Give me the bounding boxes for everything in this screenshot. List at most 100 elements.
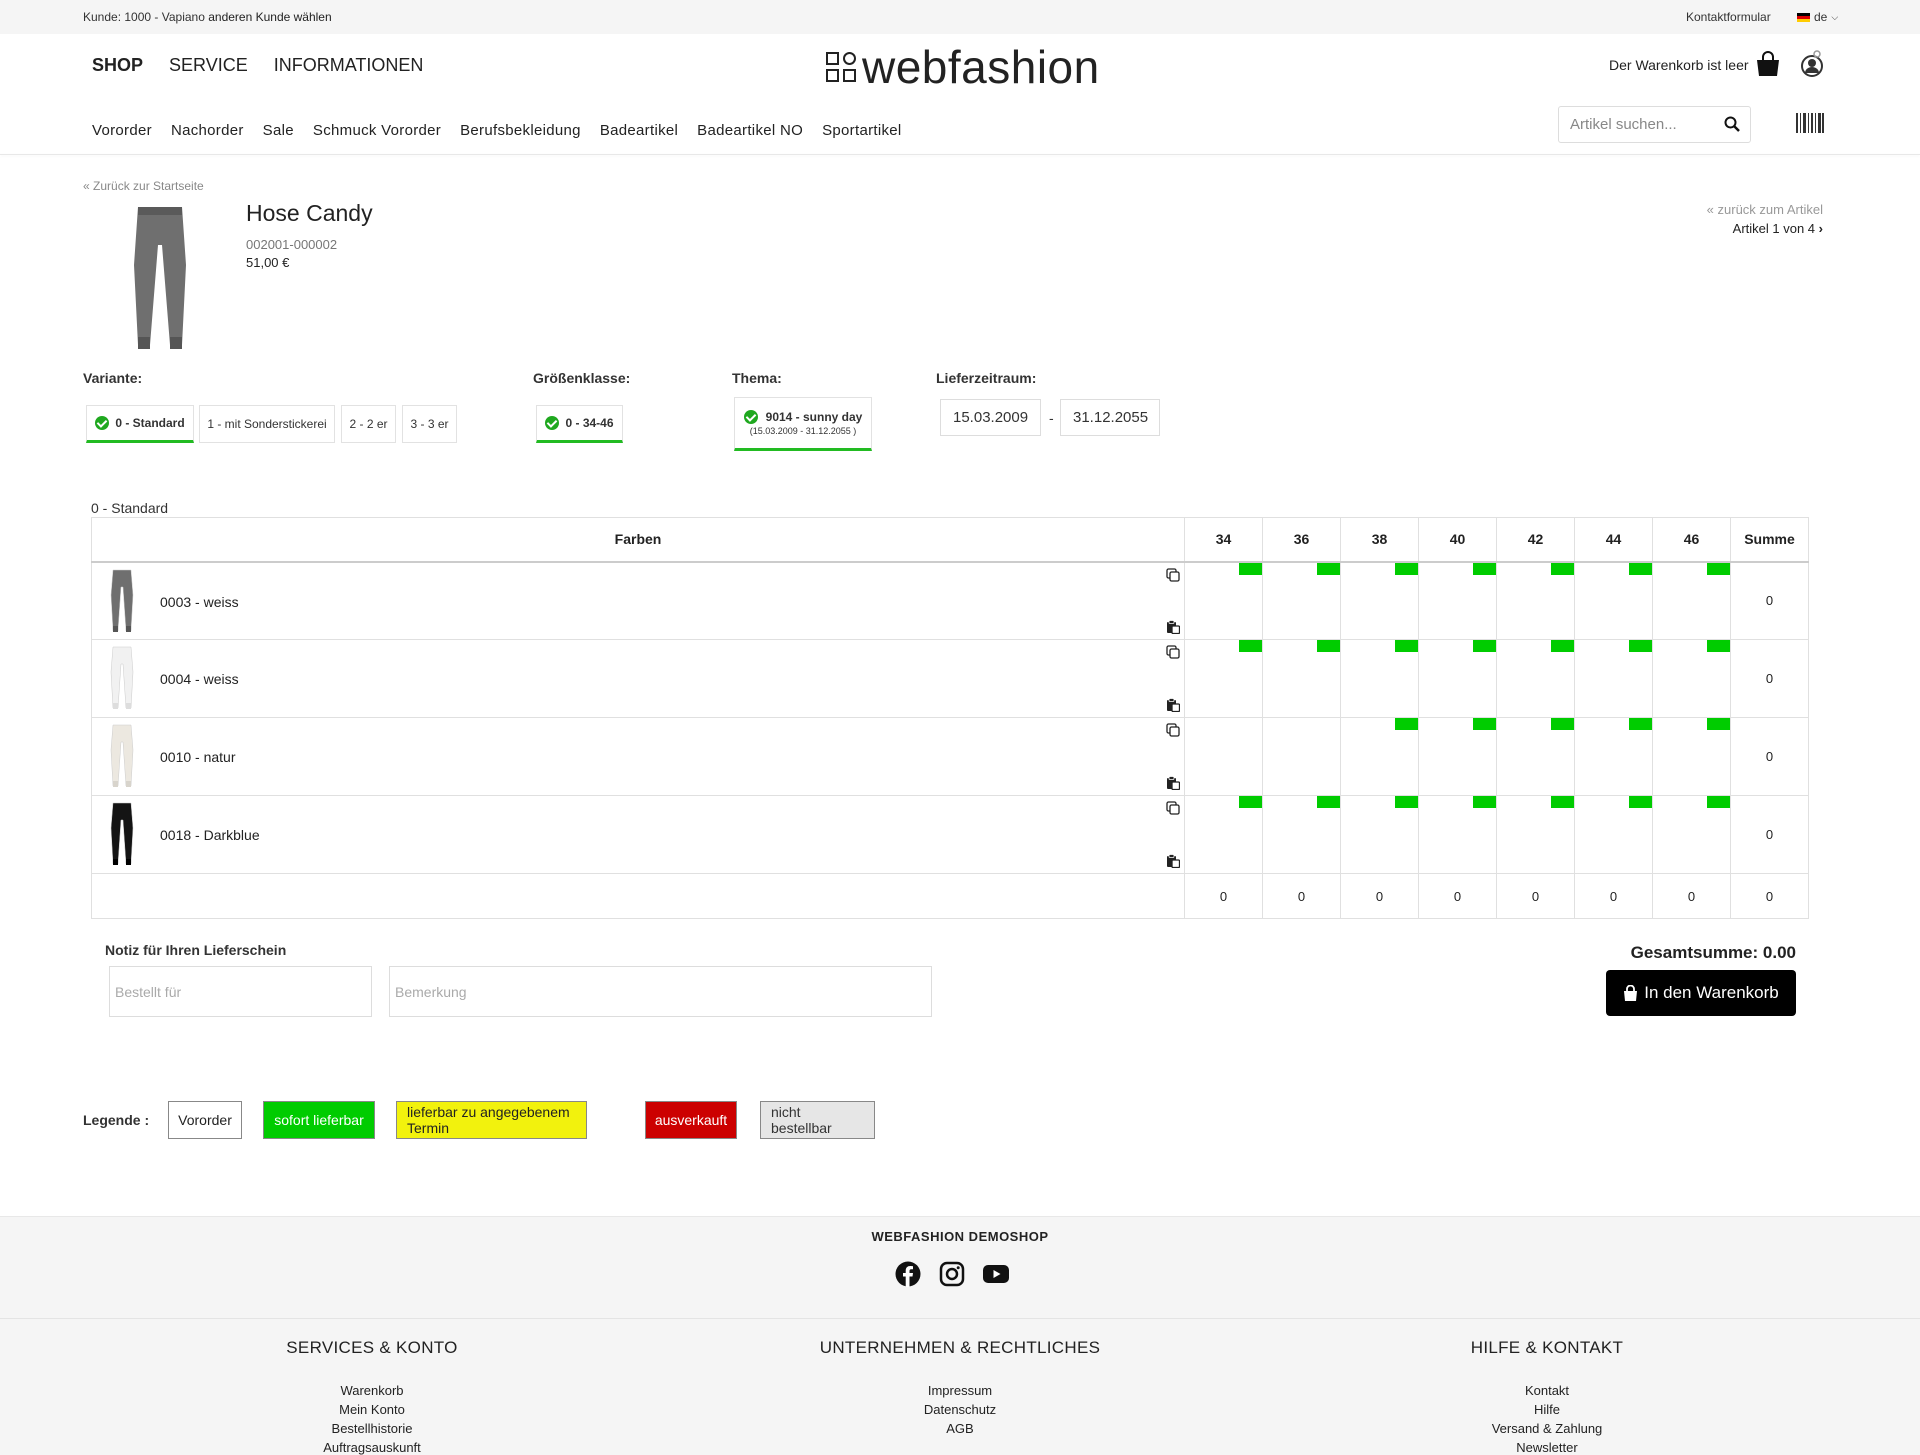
back-to-articles-link[interactable]: « zurück zum Artikel (1707, 202, 1823, 217)
size-quantity-cell[interactable] (1652, 639, 1731, 718)
copy-icon[interactable] (1166, 723, 1180, 737)
size-quantity-cell[interactable] (1262, 561, 1341, 640)
footer-link[interactable]: Newsletter (1347, 1438, 1747, 1455)
barcode-scanner-icon[interactable] (1796, 113, 1824, 133)
size-class-option[interactable]: 0 - 34-46 (536, 405, 623, 443)
cart-status[interactable]: Der Warenkorb ist leer (1609, 57, 1749, 73)
size-quantity-cell[interactable] (1652, 795, 1731, 874)
nav-service[interactable]: SERVICE (169, 55, 248, 76)
paste-icon[interactable] (1166, 698, 1180, 712)
delivery-to-field[interactable]: 31.12.2055 (1060, 399, 1160, 436)
remark-input[interactable] (389, 966, 932, 1017)
category-schmuck-vororder[interactable]: Schmuck Vororder (313, 122, 441, 139)
footer-link[interactable]: Warenkorb (172, 1381, 572, 1400)
check-circle-icon (545, 416, 560, 430)
table-row: 0010 - natur 0 (91, 717, 1809, 796)
paste-icon[interactable] (1166, 620, 1180, 634)
availability-marker (1473, 640, 1496, 652)
table-row: 0018 - Darkblue 0 (91, 795, 1809, 874)
size-quantity-cell[interactable] (1418, 561, 1497, 640)
nav-shop[interactable]: SHOP (92, 55, 143, 76)
size-quantity-cell[interactable] (1652, 717, 1731, 796)
size-quantity-cell[interactable] (1418, 639, 1497, 718)
instagram-icon[interactable] (939, 1261, 965, 1287)
category-nachorder[interactable]: Nachorder (171, 122, 244, 139)
size-quantity-cell[interactable] (1574, 561, 1653, 640)
category-vororder[interactable]: Vororder (92, 122, 152, 139)
user-account-icon[interactable] (1800, 50, 1824, 78)
footer-link[interactable]: AGB (760, 1419, 1160, 1438)
size-quantity-cell[interactable] (1184, 561, 1263, 640)
color-thumbnail[interactable] (110, 802, 134, 868)
availability-marker (1239, 562, 1262, 575)
footer-link[interactable]: Hilfe (1347, 1400, 1747, 1419)
footer-link[interactable]: Versand & Zahlung (1347, 1419, 1747, 1438)
size-quantity-cell[interactable] (1496, 561, 1575, 640)
product-image[interactable] (130, 205, 190, 355)
size-quantity-cell[interactable] (1262, 795, 1341, 874)
size-quantity-cell[interactable] (1496, 639, 1575, 718)
search-input[interactable] (1570, 107, 1720, 142)
size-quantity-cell[interactable] (1340, 795, 1419, 874)
size-quantity-cell[interactable] (1652, 561, 1731, 640)
facebook-icon[interactable] (895, 1261, 921, 1287)
language-selector[interactable]: de ⌵ (1797, 10, 1838, 24)
color-thumbnail[interactable] (110, 569, 134, 635)
footer-brand: WEBFASHION DEMOSHOP (871, 1229, 1049, 1244)
size-total: 0 (1418, 873, 1497, 919)
size-quantity-cell[interactable] (1340, 717, 1419, 796)
change-customer-link[interactable]: anderen Kunde wählen (208, 10, 331, 24)
footer-link[interactable]: Datenschutz (760, 1400, 1160, 1419)
size-quantity-cell[interactable] (1340, 639, 1419, 718)
footer-link[interactable]: Auftragsauskunft (172, 1438, 572, 1455)
variant-option-3er[interactable]: 3 - 3 er (402, 405, 457, 443)
footer-link[interactable]: Impressum (760, 1381, 1160, 1400)
size-quantity-cell[interactable] (1340, 561, 1419, 640)
color-thumbnail[interactable] (110, 724, 134, 790)
legend-item: ausverkauft (645, 1101, 737, 1139)
double-chevron-left-icon: « (1706, 202, 1714, 217)
category-badeartikel[interactable]: Badeartikel (600, 122, 678, 139)
delivery-from-field[interactable]: 15.03.2009 (940, 399, 1041, 436)
size-quantity-cell[interactable] (1418, 717, 1497, 796)
variant-option-sonderstickerei[interactable]: 1 - mit Sonderstickerei (199, 405, 335, 443)
search-icon[interactable] (1724, 116, 1740, 132)
add-to-cart-button[interactable]: In den Warenkorb (1606, 970, 1796, 1016)
category-berufsbekleidung[interactable]: Berufsbekleidung (460, 122, 581, 139)
size-quantity-cell[interactable] (1574, 639, 1653, 718)
theme-option[interactable]: 9014 - sunny day (15.03.2009 - 31.12.205… (734, 397, 872, 451)
copy-icon[interactable] (1166, 567, 1180, 582)
nav-informationen[interactable]: INFORMATIONEN (274, 55, 424, 76)
size-quantity-cell[interactable] (1262, 717, 1341, 796)
category-sportartikel[interactable]: Sportartikel (822, 122, 901, 139)
size-quantity-cell[interactable] (1184, 795, 1263, 874)
youtube-icon[interactable] (983, 1261, 1009, 1287)
article-counter[interactable]: Artikel 1 von 4 › (1733, 221, 1823, 236)
copy-icon[interactable] (1166, 645, 1180, 659)
ordered-for-input[interactable] (109, 966, 372, 1017)
variant-option-standard[interactable]: 0 - Standard (86, 405, 194, 443)
footer-link[interactable]: Mein Konto (172, 1400, 572, 1419)
size-quantity-cell[interactable] (1184, 717, 1263, 796)
size-quantity-cell[interactable] (1574, 795, 1653, 874)
footer-link[interactable]: Kontakt (1347, 1381, 1747, 1400)
shopping-bag-icon[interactable] (1755, 51, 1781, 77)
size-quantity-cell[interactable] (1262, 639, 1341, 718)
contact-form-link[interactable]: Kontaktformular (1686, 10, 1771, 24)
size-quantity-cell[interactable] (1496, 717, 1575, 796)
copy-icon[interactable] (1166, 801, 1180, 815)
variant-option-2er[interactable]: 2 - 2 er (341, 405, 396, 443)
size-quantity-cell[interactable] (1496, 795, 1575, 874)
paste-icon[interactable] (1166, 854, 1180, 868)
footer-link[interactable]: Bestellhistorie (172, 1419, 572, 1438)
size-quantity-cell[interactable] (1574, 717, 1653, 796)
category-badeartikel-no[interactable]: Badeartikel NO (697, 122, 803, 139)
size-quantity-cell[interactable] (1184, 639, 1263, 718)
category-sale[interactable]: Sale (263, 122, 294, 139)
logo[interactable]: webfashion (826, 40, 1100, 94)
size-quantity-cell[interactable] (1418, 795, 1497, 874)
paste-icon[interactable] (1166, 776, 1180, 790)
availability-marker (1395, 562, 1418, 575)
color-thumbnail[interactable] (110, 646, 134, 712)
back-to-home-link[interactable]: « Zurück zur Startseite (83, 179, 204, 193)
